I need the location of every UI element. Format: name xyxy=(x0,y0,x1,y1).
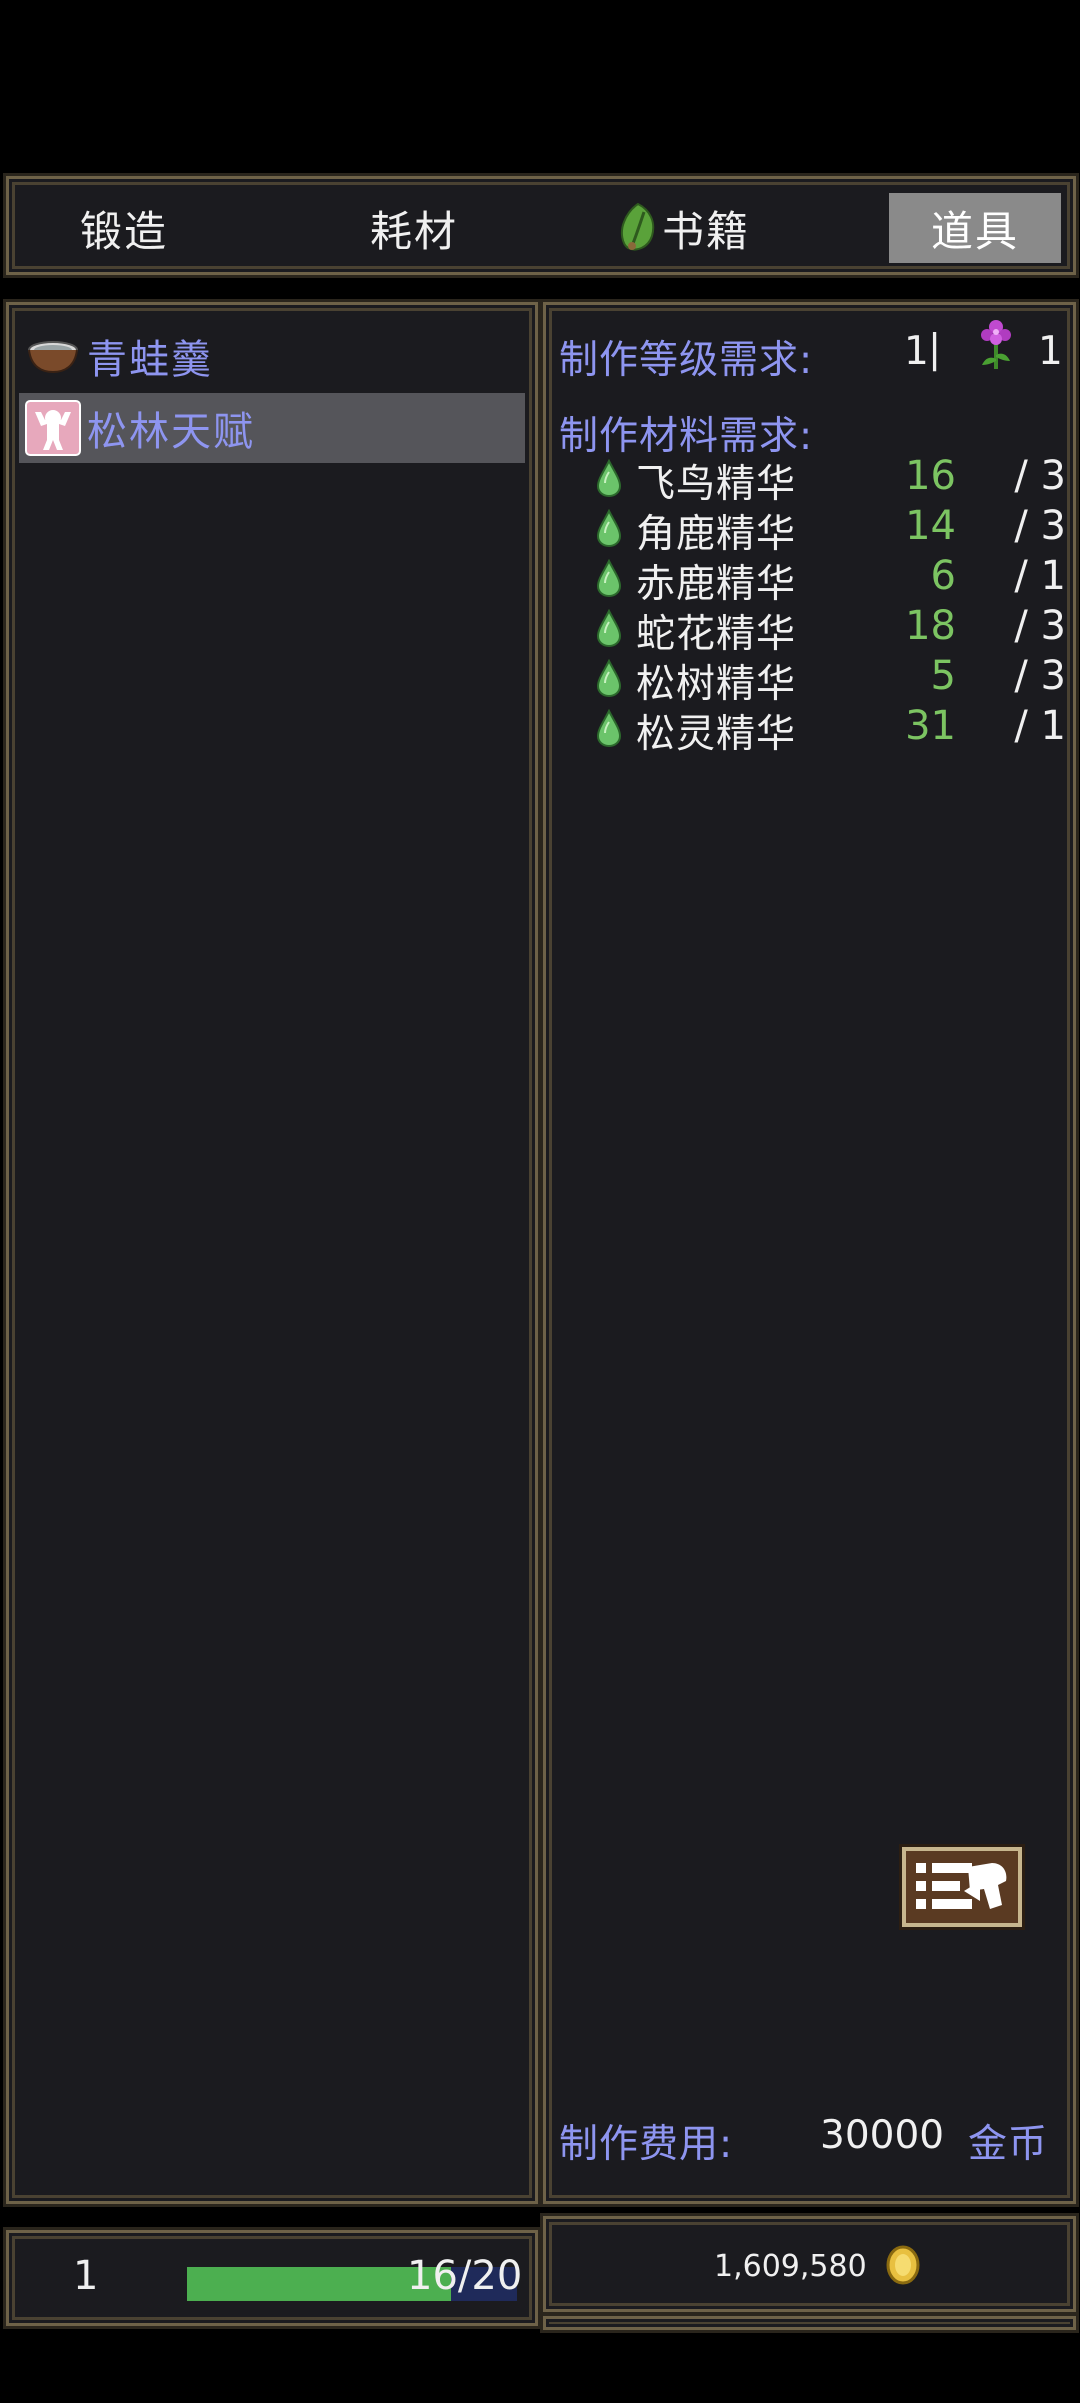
material-have: 5 xyxy=(930,653,956,699)
green-essence-icon xyxy=(596,509,622,547)
material-need: / 3 xyxy=(1014,653,1066,699)
gold-balance-bar: 1,609,580 xyxy=(543,2216,1076,2312)
material-row: 松树精华 5 / 3 xyxy=(596,653,1066,707)
material-need: / 3 xyxy=(1014,603,1066,649)
tab-consumables[interactable]: 耗材 xyxy=(329,193,499,263)
material-need: / 3 xyxy=(1014,503,1066,549)
material-have: 6 xyxy=(930,553,956,599)
gold-coin-icon xyxy=(886,2245,920,2285)
material-name: 飞鸟精华 xyxy=(636,462,797,507)
level-requirement-value: 1 xyxy=(904,329,929,374)
tab-books-label: 书籍 xyxy=(661,206,750,256)
green-essence-icon xyxy=(596,709,622,747)
tab-items[interactable]: 道具 xyxy=(889,193,1061,263)
gold-amount: 1,609,580 xyxy=(714,2249,867,2284)
level-separator: | xyxy=(928,327,942,372)
tab-books[interactable]: 书籍 xyxy=(599,193,769,263)
green-essence-icon xyxy=(596,459,622,497)
gold-bar-underline xyxy=(543,2316,1076,2330)
material-row: 赤鹿精华 6 / 1 xyxy=(596,553,1066,607)
tab-bar: 锻造 耗材 书籍 道具 xyxy=(6,176,1076,275)
level-progress-bar: 1 16/20 xyxy=(6,2230,538,2326)
material-row: 蛇花精华 18 / 3 xyxy=(596,603,1066,657)
skill-requirement-value: 1 xyxy=(1038,329,1063,374)
craft-cost-label: 制作费用: xyxy=(559,2122,734,2167)
level-requirement-label: 制作等级需求: xyxy=(559,338,814,383)
material-need: / 1 xyxy=(1014,553,1066,599)
material-name: 赤鹿精华 xyxy=(636,562,797,607)
material-have: 18 xyxy=(905,603,956,649)
recipe-label: 青蛙羹 xyxy=(87,337,213,383)
material-have: 14 xyxy=(905,503,956,549)
material-row: 飞鸟精华 16 / 3 xyxy=(596,453,1066,507)
soup-bowl-icon xyxy=(28,341,78,374)
craft-cost-unit: 金币 xyxy=(968,2122,1049,2167)
material-name: 角鹿精华 xyxy=(636,512,797,557)
talent-figure-icon xyxy=(25,400,81,456)
material-have: 16 xyxy=(905,453,956,499)
recipe-label: 松林天赋 xyxy=(87,409,255,455)
recipe-detail-panel: 制作等级需求: 1 | 1 制作材料需求: 飞鸟精华 16 / 3 角鹿精华 1… xyxy=(543,302,1076,2204)
tab-items-label: 道具 xyxy=(930,206,1019,256)
green-leaf-icon xyxy=(620,202,655,251)
craft-button[interactable] xyxy=(902,1847,1022,1927)
material-name: 蛇花精华 xyxy=(636,612,797,657)
craft-cost-value: 30000 xyxy=(820,2113,945,2158)
green-essence-icon xyxy=(596,609,622,647)
material-row: 角鹿精华 14 / 3 xyxy=(596,503,1066,557)
hammer-craft-icon xyxy=(916,1863,1007,1909)
recipe-item-pine-talent[interactable]: 松林天赋 xyxy=(19,393,525,463)
player-level: 1 xyxy=(73,2253,99,2299)
material-need: / 3 xyxy=(1014,453,1066,499)
material-have: 31 xyxy=(905,703,956,749)
recipe-list-panel: 青蛙羹 松林天赋 xyxy=(6,302,538,2204)
material-row: 松灵精华 31 / 1 xyxy=(596,703,1066,757)
material-need: / 1 xyxy=(1014,703,1066,749)
tab-forge-label: 锻造 xyxy=(79,206,168,256)
material-name: 松树精华 xyxy=(636,662,797,707)
progress-text: 16/20 xyxy=(407,2253,523,2299)
recipe-item-frog-soup[interactable]: 青蛙羹 xyxy=(19,321,525,391)
tab-consumables-label: 耗材 xyxy=(369,206,458,256)
purple-flower-icon xyxy=(981,320,1011,369)
green-essence-icon xyxy=(596,559,622,597)
green-essence-icon xyxy=(596,659,622,697)
tab-forge[interactable]: 锻造 xyxy=(39,193,209,263)
material-name: 松灵精华 xyxy=(636,712,797,757)
